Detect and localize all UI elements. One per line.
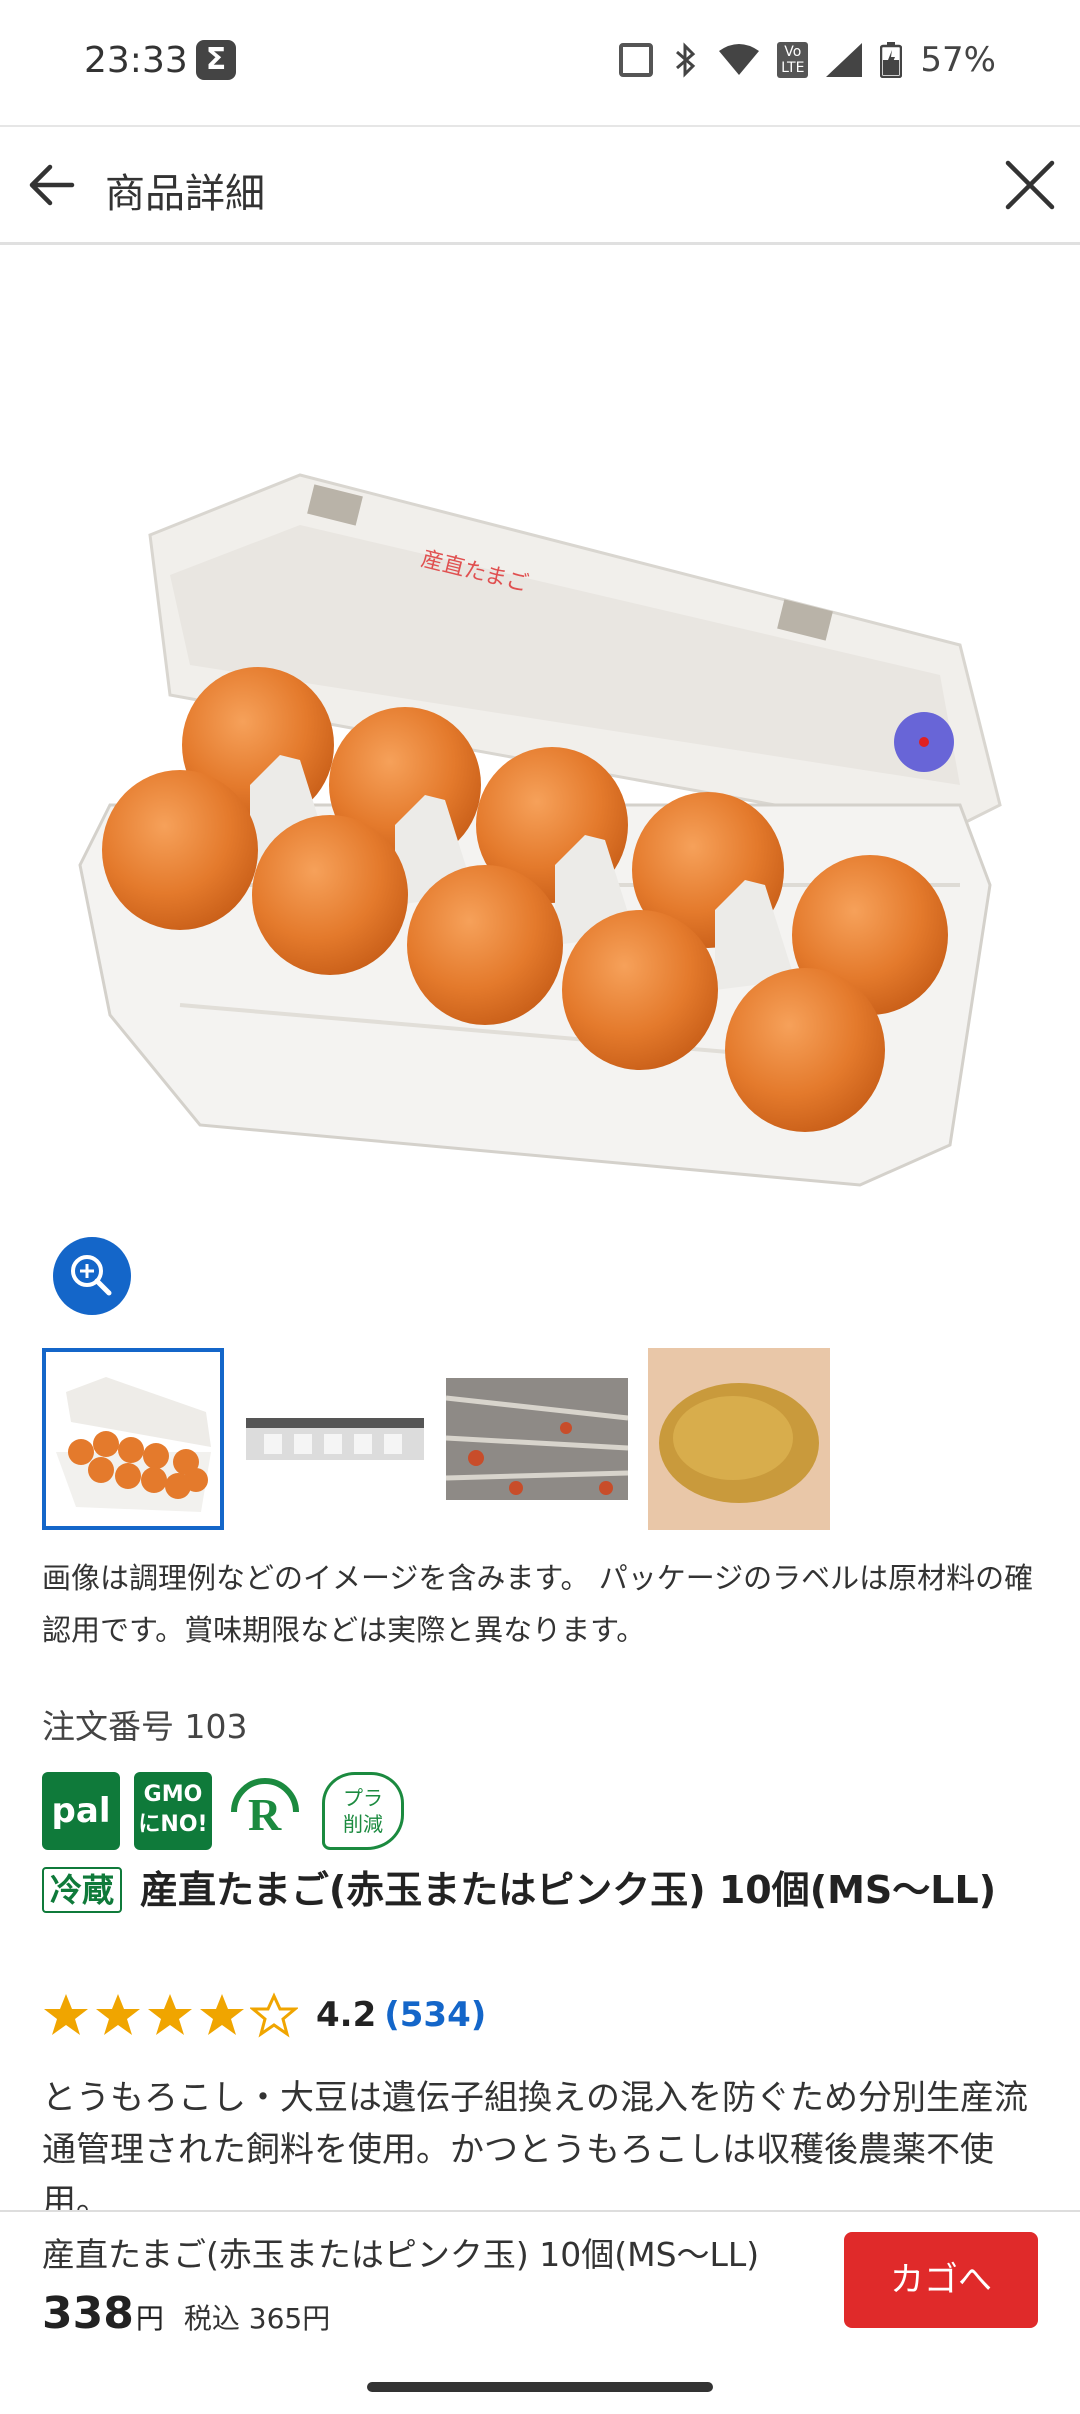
svg-text:R: R	[248, 1789, 282, 1840]
review-count-link[interactable]: (534)	[384, 1995, 486, 2035]
gmo-free-badge: GMO にNO!	[134, 1772, 212, 1850]
price: 338円 税込 365円	[42, 2288, 330, 2339]
zoom-in-icon	[71, 1255, 112, 1296]
signal-icon	[826, 43, 863, 77]
wifi-icon	[719, 44, 760, 75]
pla-badge-line2: 削減	[343, 1812, 383, 1836]
thumbnail-image	[46, 1352, 220, 1526]
thumbnail-egg-pack[interactable]	[42, 1348, 224, 1530]
bottom-product-name: 産直たまご(赤玉またはピンク玉) 10個(MS～LL)	[42, 2235, 760, 2274]
rating-stars	[42, 1992, 298, 2038]
thumbnail-image	[446, 1348, 628, 1530]
product-badges: pal GMO にNO! R プラ 削減	[42, 1772, 404, 1850]
product-title-row: 冷蔵 産直たまご(赤玉またはピンク玉) 10個(MS～LL)	[42, 1862, 1042, 1918]
refrigerated-tag: 冷蔵	[42, 1867, 123, 1913]
thumbnail-image	[244, 1348, 426, 1530]
star-empty-icon	[250, 1992, 298, 2038]
zoom-button[interactable]	[53, 1237, 131, 1315]
price-value: 338	[42, 2288, 134, 2339]
back-arrow-icon[interactable]	[22, 155, 82, 215]
bluetooth-icon	[676, 42, 696, 78]
gesture-nav-bar[interactable]	[367, 2382, 713, 2392]
volte-icon: Vo LTE	[777, 42, 809, 78]
thumbnail-henhouse[interactable]	[446, 1348, 628, 1530]
star-filled-icon	[96, 1994, 140, 2035]
battery-percent: 57%	[920, 40, 996, 80]
product-name: 産直たまご(赤玉またはピンク玉) 10個(MS～LL)	[140, 1868, 997, 1912]
plastic-reduction-badge: プラ 削減	[322, 1772, 404, 1850]
status-bar: 23:33 Σ Vo LTE 57%	[0, 0, 1080, 125]
app-bar: 商品詳細	[0, 125, 1080, 245]
price-yen: 円	[135, 2302, 164, 2335]
battery-icon	[880, 42, 903, 78]
gmo-badge-line1: GMO	[143, 1782, 203, 1807]
star-filled-icon	[200, 1994, 244, 2035]
thumbnail-image	[648, 1348, 830, 1530]
pla-badge-line1: プラ	[343, 1786, 383, 1810]
nfc-icon	[619, 43, 654, 77]
status-icons: Vo LTE 57%	[619, 40, 996, 80]
thumbnail-feed[interactable]	[648, 1348, 830, 1530]
close-icon[interactable]	[1000, 155, 1060, 215]
star-filled-icon	[148, 1994, 192, 2035]
sigma-app-icon: Σ	[196, 40, 236, 80]
thumbnail-egg-pack-side[interactable]	[244, 1348, 426, 1530]
star-filled-icon	[44, 1994, 88, 2035]
image-caption: 画像は調理例などのイメージを含みます。 パッケージのラベルは原材料の確認用です。…	[42, 1561, 1034, 1647]
rating-value: 4.2	[316, 1995, 377, 2035]
price-tax-included: 税込 365円	[183, 2302, 331, 2335]
status-time: 23:33	[84, 40, 188, 81]
add-to-cart-button[interactable]: カゴへ	[844, 2232, 1038, 2328]
gmo-badge-line2: にNO!	[138, 1812, 208, 1837]
rating-row[interactable]: 4.2 (534)	[42, 1992, 486, 2038]
page-title: 商品詳細	[105, 171, 265, 217]
order-number: 注文番号 103	[42, 1707, 248, 1746]
product-main-image[interactable]: 産直たまご	[0, 245, 1080, 1235]
pal-badge: pal	[42, 1772, 120, 1850]
product-description: とうもろこし・大豆は遺伝子組換えの混入を防ぐため分別生産流通管理された飼料を使用…	[42, 2078, 1028, 2220]
recycle-r-badge: R	[231, 1778, 299, 1840]
bottom-purchase-bar: 産直たまご(赤玉またはピンク玉) 10個(MS～LL) 338円 税込 365円 …	[0, 2210, 1080, 2414]
thumbnail-strip	[42, 1348, 830, 1530]
